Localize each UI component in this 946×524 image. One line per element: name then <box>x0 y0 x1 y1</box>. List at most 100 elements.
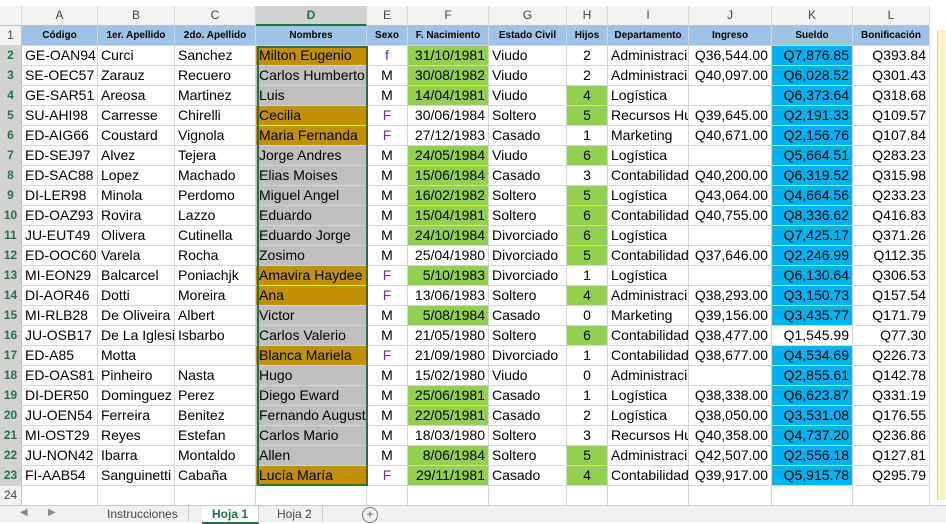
cell-sexo[interactable]: F <box>367 126 408 146</box>
cell-ingreso[interactable] <box>689 146 772 166</box>
header-hijos[interactable]: Hijos <box>567 26 608 46</box>
cell-hijos[interactable]: 4 <box>567 286 608 306</box>
cell-fnac[interactable]: 15/04/1981 <box>408 206 489 226</box>
cell-sexo[interactable]: M <box>367 186 408 206</box>
header-codigo[interactable]: Código <box>22 26 98 46</box>
cell-fnac[interactable]: 30/08/1982 <box>408 66 489 86</box>
cell-hijos[interactable]: 1 <box>567 126 608 146</box>
empty-cell[interactable] <box>22 486 98 506</box>
cell-ingreso[interactable]: Q42,507.00 <box>689 446 772 466</box>
spreadsheet-grid[interactable]: ABCDEFGHIJKL 1 Código 1er. Apellido 2do. Ap… <box>0 6 930 506</box>
cell-sueldo[interactable]: Q6,373.64 <box>772 86 853 106</box>
cell-depto[interactable]: Contabilidad <box>608 166 689 186</box>
cell-nombres[interactable]: Diego Eward <box>256 386 367 406</box>
cell-estado[interactable]: Divorciado <box>489 346 567 366</box>
cell-fnac[interactable]: 5/08/1984 <box>408 306 489 326</box>
cell-ap2[interactable]: Moreira <box>175 286 256 306</box>
cell-fnac[interactable]: 15/02/1980 <box>408 366 489 386</box>
cell-codigo[interactable]: GE-OAN94 <box>22 46 98 66</box>
cell-estado[interactable]: Viudo <box>489 66 567 86</box>
cell-bonif[interactable]: Q142.78 <box>853 366 930 386</box>
cell-sexo[interactable]: M <box>367 166 408 186</box>
cell-depto[interactable]: Recursos Hur <box>608 106 689 126</box>
cell-codigo[interactable]: MI-RLB28 <box>22 306 98 326</box>
cell-codigo[interactable]: ED-AIG66 <box>22 126 98 146</box>
cell-sueldo[interactable]: Q2,246.99 <box>772 246 853 266</box>
cell-ingreso[interactable]: Q37,646.00 <box>689 246 772 266</box>
cell-nombres[interactable]: Blanca Mariela <box>256 346 367 366</box>
cell-fnac[interactable]: 8/06/1984 <box>408 446 489 466</box>
row-number[interactable]: 18 <box>0 366 22 386</box>
cell-nombres[interactable]: Maria Fernanda <box>256 126 367 146</box>
cell-ap2[interactable]: Cabaña <box>175 466 256 486</box>
cell-ap1[interactable]: Olivera <box>98 226 175 246</box>
cell-estado[interactable]: Casado <box>489 406 567 426</box>
column-header-e[interactable]: E <box>367 6 408 26</box>
cell-ap1[interactable]: Sanguinetti <box>98 466 175 486</box>
cell-ingreso[interactable] <box>689 86 772 106</box>
cell-bonif[interactable]: Q393.84 <box>853 46 930 66</box>
cell-fnac[interactable]: 14/04/1981 <box>408 86 489 106</box>
cell-codigo[interactable]: DI-DER50 <box>22 386 98 406</box>
cell-fnac[interactable]: 15/06/1984 <box>408 166 489 186</box>
column-header-i[interactable]: I <box>608 6 689 26</box>
cell-nombres[interactable]: Amavira Haydee <box>256 266 367 286</box>
cell-ap1[interactable]: Ferreira <box>98 406 175 426</box>
cell-codigo[interactable]: ED-A85 <box>22 346 98 366</box>
cell-bonif[interactable]: Q331.19 <box>853 386 930 406</box>
cell-ap1[interactable]: De La Iglesia <box>98 326 175 346</box>
cell-ap2[interactable]: Perdomo <box>175 186 256 206</box>
cell-hijos[interactable]: 2 <box>567 66 608 86</box>
cell-hijos[interactable]: 5 <box>567 106 608 126</box>
cell-ap2[interactable]: Rocha <box>175 246 256 266</box>
cell-sexo[interactable]: f <box>367 46 408 66</box>
cell-ap2[interactable]: Cutinella <box>175 226 256 246</box>
cell-sexo[interactable]: M <box>367 426 408 446</box>
cell-sueldo[interactable]: Q7,425.17 <box>772 226 853 246</box>
scroll-left-icon[interactable]: ◀ <box>20 507 28 518</box>
header-sueldo[interactable]: Sueldo <box>772 26 853 46</box>
cell-sexo[interactable]: F <box>367 106 408 126</box>
cell-ap2[interactable]: Chirelli <box>175 106 256 126</box>
cell-estado[interactable]: Viudo <box>489 146 567 166</box>
cell-sueldo[interactable]: Q1,545.99 <box>772 326 853 346</box>
cell-bonif[interactable]: Q157.54 <box>853 286 930 306</box>
cell-hijos[interactable]: 4 <box>567 466 608 486</box>
scroll-right-icon[interactable]: ▶ <box>48 507 56 518</box>
column-header-c[interactable]: C <box>175 6 256 26</box>
cell-codigo[interactable]: JU-OEN54 <box>22 406 98 426</box>
cell-nombres[interactable]: Fernando August <box>256 406 367 426</box>
empty-cell[interactable] <box>853 486 930 506</box>
cell-sueldo[interactable]: Q4,664.56 <box>772 186 853 206</box>
cell-ap2[interactable]: Sanchez <box>175 46 256 66</box>
tab-instrucciones[interactable]: Instrucciones <box>97 506 189 522</box>
tab-hoja-2[interactable]: Hoja 2 <box>267 506 323 522</box>
cell-hijos[interactable]: 6 <box>567 326 608 346</box>
cell-codigo[interactable]: SE-OEC57 <box>22 66 98 86</box>
column-header-j[interactable]: J <box>689 6 772 26</box>
column-header-b[interactable]: B <box>98 6 175 26</box>
cell-sueldo[interactable]: Q4,737.20 <box>772 426 853 446</box>
cell-ap2[interactable]: Nasta <box>175 366 256 386</box>
cell-sueldo[interactable]: Q4,534.69 <box>772 346 853 366</box>
cell-sueldo[interactable]: Q8,336.62 <box>772 206 853 226</box>
cell-codigo[interactable]: MI-OST29 <box>22 426 98 446</box>
cell-fnac[interactable]: 25/06/1981 <box>408 386 489 406</box>
cell-sueldo[interactable]: Q6,319.52 <box>772 166 853 186</box>
cell-ingreso[interactable]: Q38,477.00 <box>689 326 772 346</box>
cell-nombres[interactable]: Carlos Valerio <box>256 326 367 346</box>
cell-nombres[interactable]: Milton Eugenio <box>256 46 367 66</box>
cell-depto[interactable]: Logística <box>608 266 689 286</box>
cell-hijos[interactable]: 4 <box>567 86 608 106</box>
column-header-k[interactable]: K <box>772 6 853 26</box>
cell-estado[interactable]: Casado <box>489 166 567 186</box>
cell-codigo[interactable]: FI-AAB54 <box>22 466 98 486</box>
cell-ap2[interactable]: Lazzo <box>175 206 256 226</box>
empty-cell[interactable] <box>256 486 367 506</box>
cell-codigo[interactable]: ED-OOC60 <box>22 246 98 266</box>
cell-sexo[interactable]: M <box>367 206 408 226</box>
empty-cell[interactable] <box>489 486 567 506</box>
cell-ap2[interactable]: Isbarbo <box>175 326 256 346</box>
row-number[interactable]: 6 <box>0 126 22 146</box>
cell-codigo[interactable]: JU-EUT49 <box>22 226 98 246</box>
